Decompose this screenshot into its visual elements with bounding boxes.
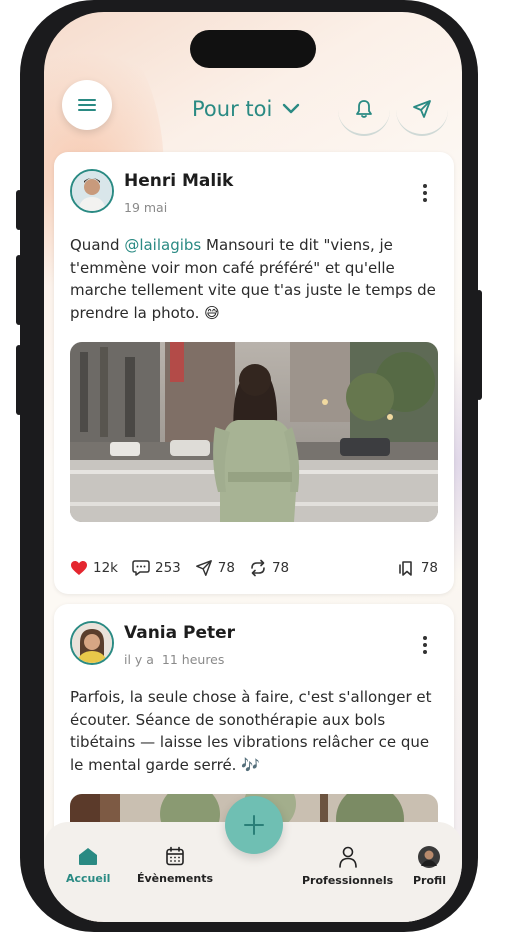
post-author[interactable]: Vania Peter [124,623,235,643]
home-icon [79,848,98,865]
more-options-icon[interactable] [423,184,428,205]
share-button[interactable]: 78 [195,559,235,577]
post-author[interactable]: Henri Malik [124,171,233,191]
repost-button[interactable]: 78 [249,559,289,577]
nav-events[interactable]: Évènements [137,846,213,885]
post-image[interactable] [70,342,438,522]
bell-icon [356,100,372,118]
plus-icon [244,815,264,835]
feed-selector[interactable]: Pour toi [192,94,300,124]
post-date: 19 mai [124,200,168,215]
post-text-start: Quand [70,236,125,254]
comment-count: 253 [155,560,181,576]
nav-home-label: Accueil [66,872,111,885]
nav-profile[interactable]: Profil [413,846,446,887]
post-text: Parfois, la seule chose à faire, c'est s… [70,688,432,774]
nav-profile-label: Profil [413,874,446,887]
bookmark-icon [399,561,412,576]
repost-icon [251,559,265,577]
chevron-down-icon [283,103,300,114]
calendar-icon [166,846,184,866]
like-count: 12k [93,560,118,576]
mention-link[interactable]: @lailagibs [124,236,201,254]
comment-button[interactable]: 253 [132,559,181,577]
more-options-icon[interactable] [423,636,428,657]
date-value: 11 heures [161,652,225,667]
post-date: il y a 11 heures [124,652,224,667]
share-count: 78 [217,560,235,576]
comment-icon [132,560,150,576]
profile-avatar-icon [418,846,441,868]
paper-plane-icon [195,560,212,576]
app-screen: Pour toi Henri Malik 19 mai Quand @laila… [44,12,462,922]
heart-icon [71,561,87,575]
nav-home[interactable]: Accueil [66,846,110,885]
dynamic-island [190,30,316,68]
post-text: Quand @lailagibs Mansouri te dit "viens,… [70,234,440,324]
date-prefix: il y a [124,652,154,667]
hamburger-icon [78,99,96,111]
nav-professionals-label: Professionnels [302,874,394,887]
save-count: 78 [420,560,438,576]
messages-button[interactable] [396,84,448,136]
like-button[interactable]: 12k [70,560,118,576]
create-post-button[interactable] [225,796,283,854]
post-actions: 12k 253 78 78 78 [70,558,438,578]
avatar[interactable] [70,621,114,665]
post-card: Henri Malik 19 mai Quand @lailagibs Mans… [54,152,454,594]
nav-events-label: Évènements [137,872,213,885]
feed-title: Pour toi [192,97,273,121]
repost-count: 78 [271,560,290,576]
notifications-button[interactable] [338,84,390,136]
paper-plane-icon [413,100,431,118]
save-button[interactable]: 78 [398,559,438,577]
user-icon [338,846,357,868]
menu-button[interactable] [62,80,112,130]
nav-professionals[interactable]: Professionnels [302,846,393,887]
avatar[interactable] [70,169,114,213]
